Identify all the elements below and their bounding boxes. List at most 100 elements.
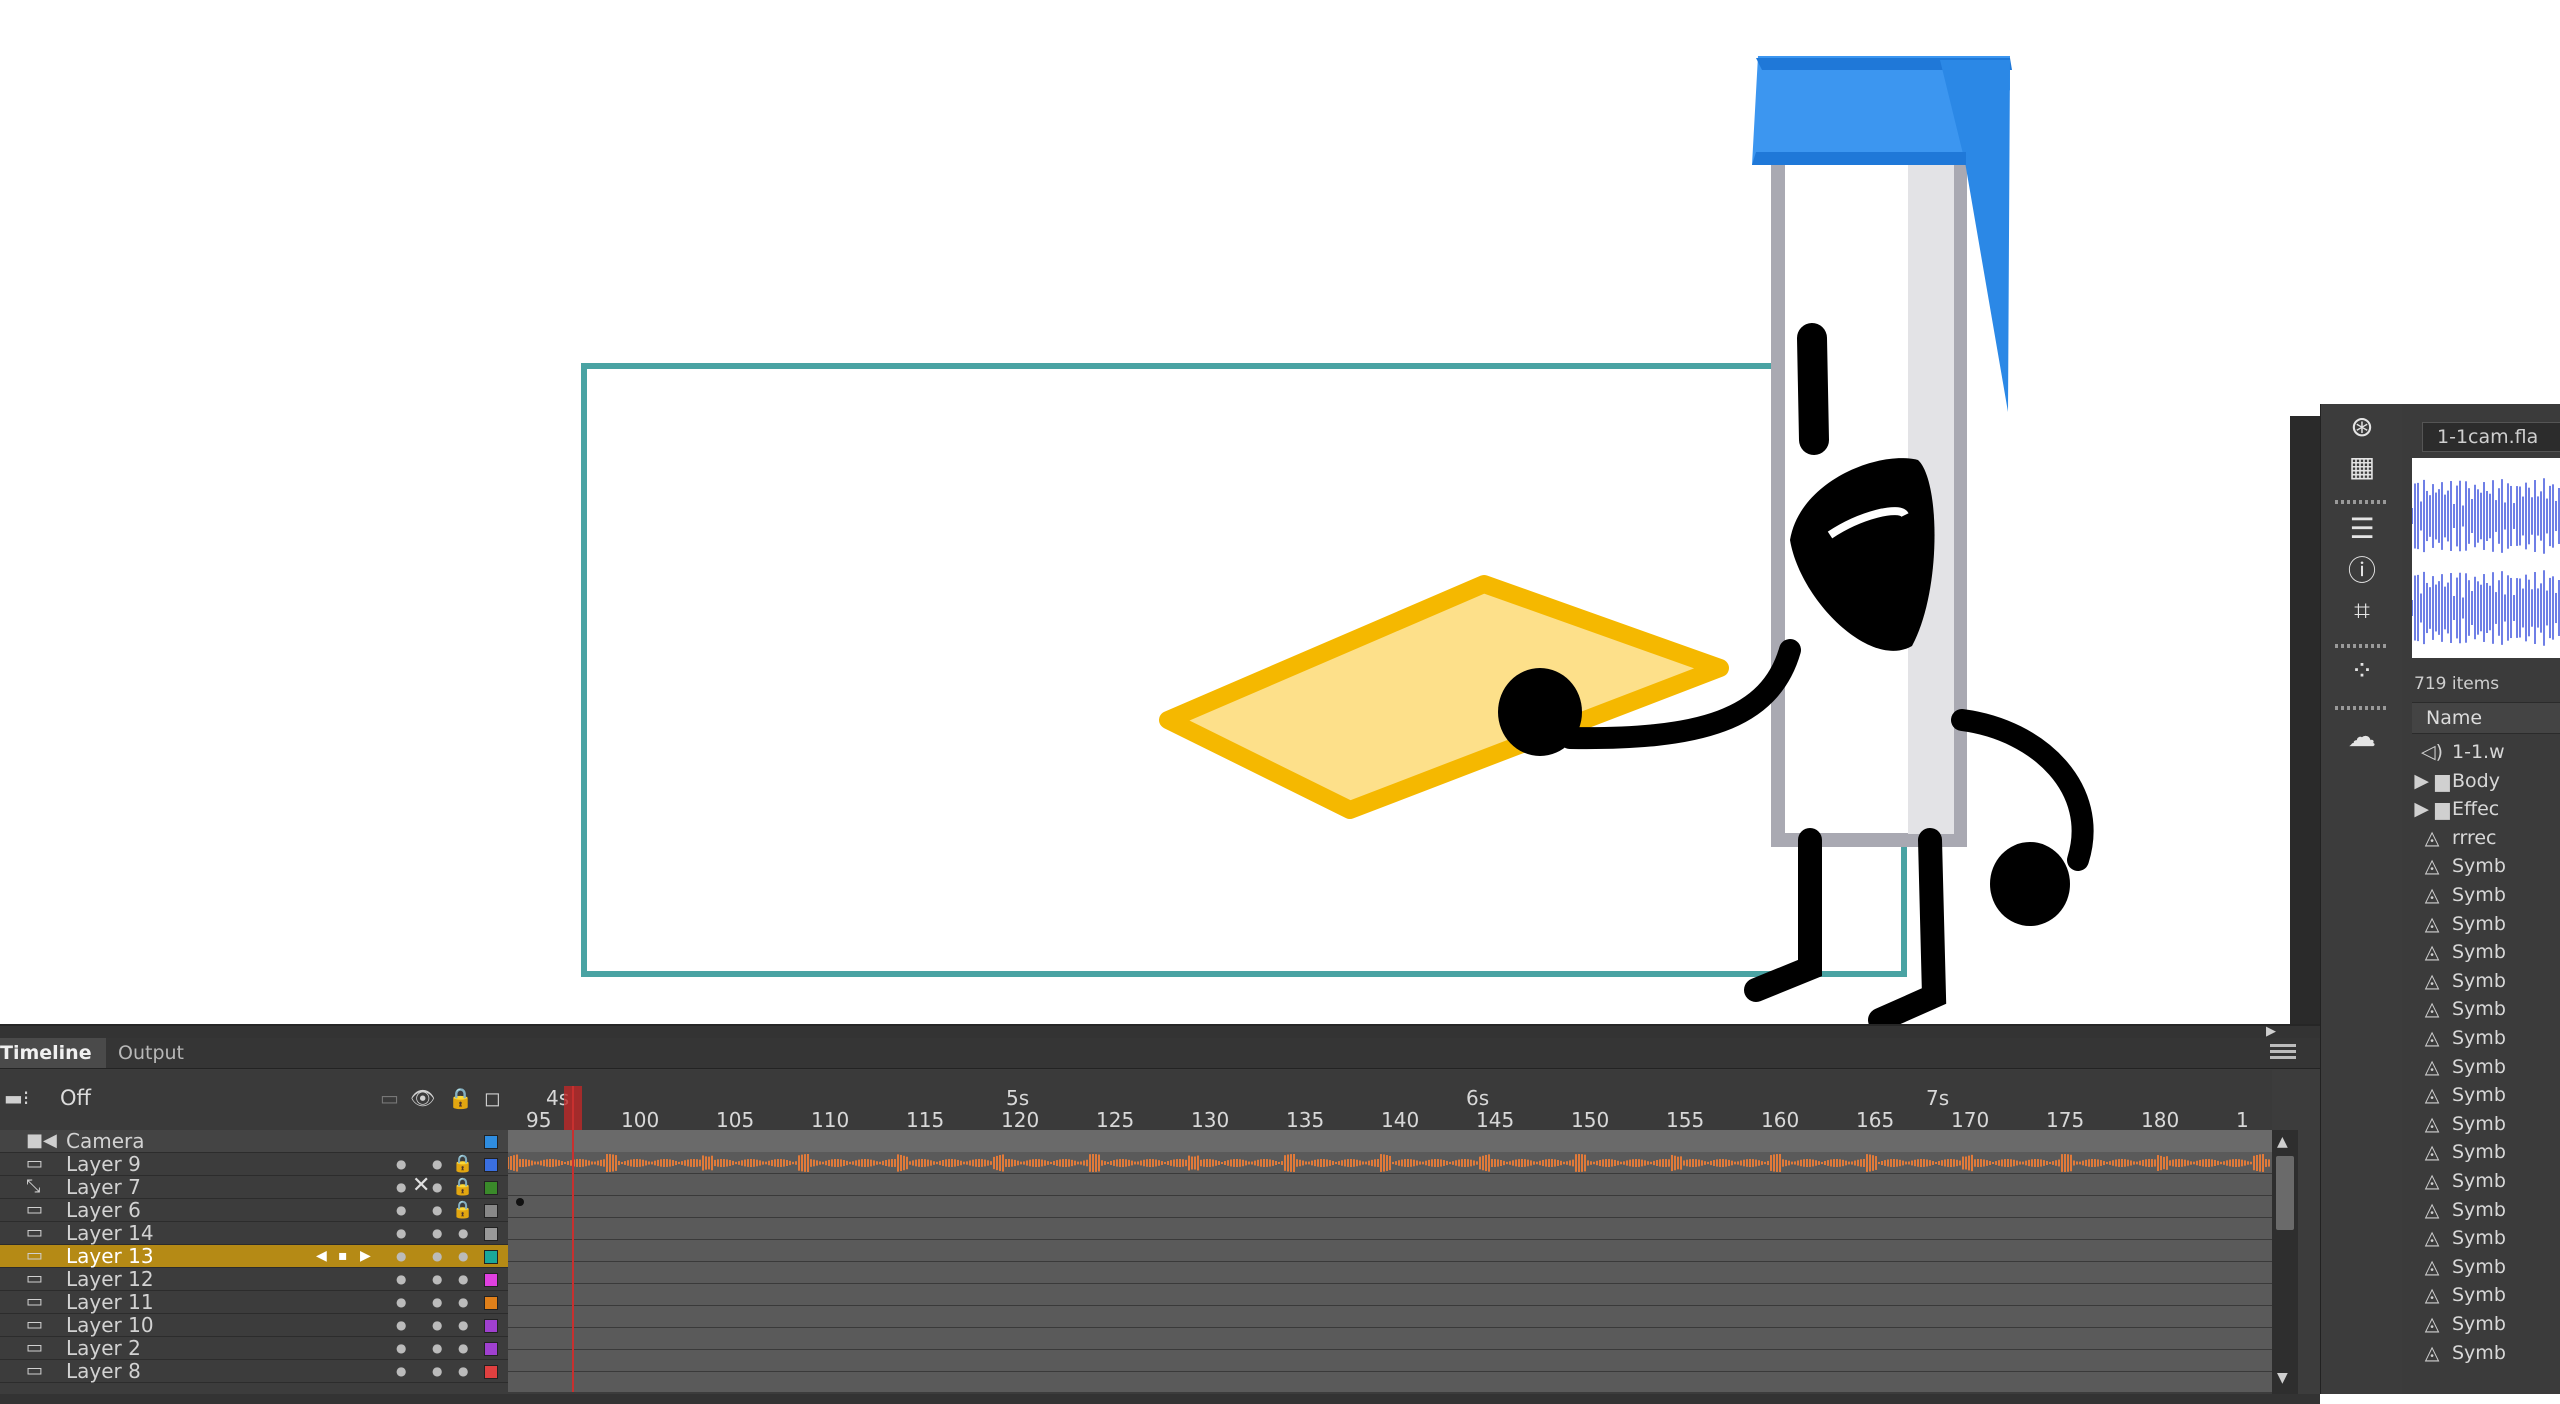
grid-icon[interactable]: ▦	[2337, 450, 2387, 484]
tab-output[interactable]: Output	[104, 1038, 198, 1068]
layer-visibility-dot[interactable]: ●	[396, 1199, 406, 1221]
lock-icon[interactable]: 🔒	[452, 1153, 473, 1175]
layer-visibility-dot[interactable]: ●	[432, 1360, 442, 1382]
layer-name[interactable]: Layer 11	[66, 1291, 154, 1313]
layer-visibility-dot[interactable]: ●	[396, 1337, 406, 1359]
library-name-column-header[interactable]: Name	[2412, 702, 2560, 734]
lock-icon[interactable]: 🔒	[452, 1199, 473, 1221]
layer-lock-dot[interactable]: ●	[458, 1314, 468, 1336]
layer-name[interactable]: Layer 6	[66, 1199, 141, 1221]
library-document-select[interactable]: 1-1cam.fla	[2422, 422, 2560, 452]
layer-outline-color-swatch[interactable]	[484, 1181, 498, 1195]
library-item[interactable]: ◬ Symb	[2412, 1110, 2560, 1138]
layer-outline-color-swatch[interactable]	[484, 1204, 498, 1218]
layer-name[interactable]: Layer 9	[66, 1153, 141, 1175]
library-item[interactable]: ◬ Symb	[2412, 910, 2560, 938]
transform-icon[interactable]: ⌗	[2337, 594, 2387, 628]
layer-outline-color-swatch[interactable]	[484, 1296, 498, 1310]
layer-lock-dot[interactable]: ●	[458, 1337, 468, 1359]
layer-outline-color-swatch[interactable]	[484, 1319, 498, 1333]
layer-row[interactable]: ▭ Layer 6 ● ● 🔒	[0, 1199, 508, 1222]
layer-lock-dot[interactable]: ●	[458, 1291, 468, 1313]
library-item[interactable]: ◬ Symb	[2412, 1339, 2560, 1367]
keyframe-marker[interactable]	[516, 1198, 524, 1206]
attach-layer-icon[interactable]: ▭	[380, 1086, 399, 1110]
scroll-thumb[interactable]	[2276, 1156, 2294, 1230]
library-item[interactable]: ◬ Symb	[2412, 1053, 2560, 1081]
layer-visibility-dot[interactable]: ●	[396, 1176, 406, 1198]
layer-visibility-dot[interactable]: ●	[396, 1291, 406, 1313]
layer-visibility-dot[interactable]: ●	[396, 1222, 406, 1244]
show-hide-all-icon[interactable]: 👁	[410, 1086, 435, 1110]
layer-lock-dot[interactable]: ●	[458, 1268, 468, 1290]
scroll-up-icon[interactable]: ▲	[2277, 1134, 2288, 1150]
layer-visibility-dot[interactable]: ●	[432, 1222, 442, 1244]
layer-visibility-dot[interactable]: ●	[432, 1176, 442, 1198]
panel-divider[interactable]	[2290, 416, 2320, 1026]
stage-canvas[interactable]	[0, 0, 2560, 1024]
layer-outline-color-swatch[interactable]	[484, 1135, 498, 1149]
layer-name[interactable]: Layer 2	[66, 1337, 141, 1359]
info-icon[interactable]: ⓘ	[2337, 554, 2387, 588]
motion-presets-icon[interactable]: ⁘	[2337, 654, 2387, 688]
align-icon[interactable]: ☰	[2337, 512, 2387, 546]
creative-cloud-icon[interactable]: ☁	[2337, 720, 2387, 754]
library-item[interactable]: ◬ Symb	[2412, 1138, 2560, 1166]
library-item[interactable]: ◬ Symb	[2412, 881, 2560, 909]
library-item[interactable]: ◬ Symb	[2412, 995, 2560, 1023]
layer-outline-color-swatch[interactable]	[484, 1273, 498, 1287]
layer-name[interactable]: Layer 8	[66, 1360, 141, 1382]
layer-name[interactable]: Layer 13	[66, 1245, 154, 1267]
timeline-vertical-scrollbar[interactable]: ▲ ▼	[2272, 1130, 2298, 1394]
lock-icon[interactable]: 🔒	[452, 1176, 473, 1198]
layer-visibility-dot[interactable]: ●	[432, 1314, 442, 1336]
layer-row[interactable]: ▭ Layer 11 ● ● ●	[0, 1291, 508, 1314]
camera-frame-row[interactable]	[508, 1130, 2272, 1152]
layer-row[interactable]: ▭ Layer 13 ◀ ▪ ▶ ● ● ●	[0, 1245, 508, 1268]
layer-outline-color-swatch[interactable]	[484, 1158, 498, 1172]
keyframe-add-icon[interactable]: ▪	[338, 1245, 348, 1267]
library-item[interactable]: ◬ Symb	[2412, 1081, 2560, 1109]
layer-row[interactable]: ▭ Layer 2 ● ● ●	[0, 1337, 508, 1360]
3d-view-icon[interactable]: ⊛	[2337, 410, 2387, 444]
layer-row[interactable]: ▭ Layer 10 ● ● ●	[0, 1314, 508, 1337]
layer-visibility-dot[interactable]: ●	[396, 1314, 406, 1336]
playhead[interactable]	[572, 1086, 574, 1392]
library-item[interactable]: ▶ ▆ Effec	[2412, 795, 2560, 823]
library-item[interactable]: ▶ ▆ Body	[2412, 767, 2560, 795]
frame-grid[interactable]	[508, 1130, 2272, 1392]
scroll-down-icon[interactable]: ▼	[2277, 1370, 2288, 1386]
layer-row[interactable]: ▭ Layer 8 ● ● ●	[0, 1360, 508, 1383]
layer-row[interactable]: ▭ Layer 12 ● ● ●	[0, 1268, 508, 1291]
layer-name[interactable]: Layer 14	[66, 1222, 154, 1244]
layer-row[interactable]: ▭ Layer 9 ● ● 🔒	[0, 1153, 508, 1176]
layer-lock-dot[interactable]: ●	[458, 1222, 468, 1244]
library-item[interactable]: ◬ Symb	[2412, 1310, 2560, 1338]
layer-visibility-dot[interactable]: ●	[432, 1291, 442, 1313]
frame-ruler[interactable]: 4s 5s 6s 7s 95 100 105 110 115 120 125 130 135 140 145…	[508, 1070, 2272, 1132]
layer-outline-color-swatch[interactable]	[484, 1365, 498, 1379]
library-item[interactable]: ◬ Symb	[2412, 852, 2560, 880]
library-item[interactable]: ◬ Symb	[2412, 1224, 2560, 1252]
layer-visibility-dot[interactable]: ●	[432, 1245, 442, 1267]
layer-outline-color-swatch[interactable]	[484, 1342, 498, 1356]
library-item[interactable]: ◬ Symb	[2412, 1281, 2560, 1309]
camera-toggle-icon[interactable]: ▬⁝	[4, 1086, 29, 1110]
layer-row[interactable]: ⤡ Layer 7 ● ● ✕ 🔒	[0, 1175, 508, 1199]
library-item[interactable]: ◬ rrrec	[2412, 824, 2560, 852]
layer-row[interactable]: ▭ Layer 14 ● ● ●	[0, 1222, 508, 1245]
library-item[interactable]: ◁) 1-1.w	[2412, 738, 2560, 766]
layer-visibility-dot[interactable]: ●	[432, 1337, 442, 1359]
hidden-layer-icon[interactable]: ✕	[412, 1175, 430, 1197]
outline-all-icon[interactable]: ◻	[484, 1086, 501, 1110]
frame-area[interactable]: 4s 5s 6s 7s 95 100 105 110 115 120 125 130 135 140 145…	[508, 1070, 2272, 1392]
layer-lock-dot[interactable]: ●	[458, 1245, 468, 1267]
panel-menu-icon[interactable]	[2270, 1044, 2296, 1060]
lock-all-icon[interactable]: 🔒	[448, 1086, 473, 1110]
layer-name[interactable]: Camera	[66, 1130, 145, 1152]
keyframe-next-icon[interactable]: ▶	[360, 1245, 371, 1267]
collapse-arrow-icon[interactable]: ▶	[2266, 1024, 2276, 1039]
library-item[interactable]: ◬ Symb	[2412, 1167, 2560, 1195]
library-item[interactable]: ◬ Symb	[2412, 1196, 2560, 1224]
library-item[interactable]: ◬ Symb	[2412, 1253, 2560, 1281]
